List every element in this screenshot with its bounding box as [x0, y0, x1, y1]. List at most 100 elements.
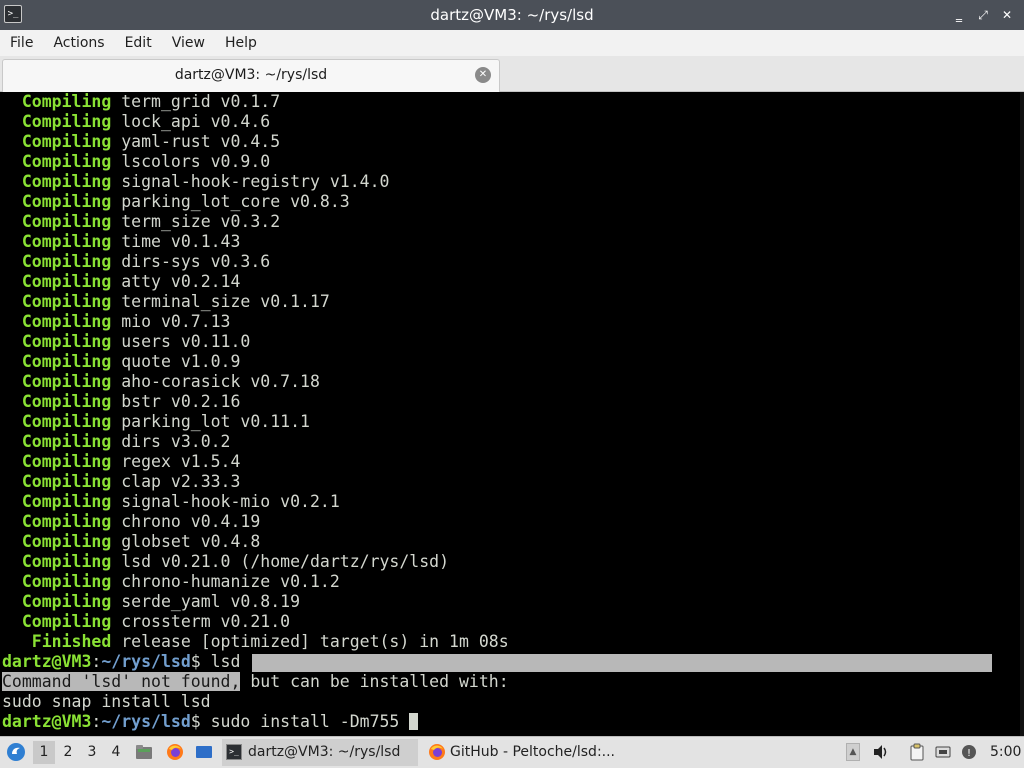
compile-line: Compiling chrono-humanize v0.1.2 [2, 572, 340, 592]
crate-name: clap v2.33.3 [121, 472, 241, 491]
compile-line: Compiling lock_api v0.4.6 [2, 112, 270, 132]
desktop-icon[interactable] [195, 743, 213, 761]
close-window-button[interactable]: ✕ [996, 0, 1018, 30]
volume-icon[interactable] [872, 743, 890, 761]
clock[interactable]: 5:00 [990, 737, 1021, 768]
task-terminal[interactable]: >_ dartz@VM3: ~/rys/lsd [222, 739, 418, 766]
compile-line: Compiling atty v0.2.14 [2, 272, 241, 292]
close-tab-icon[interactable]: ✕ [475, 67, 491, 83]
compile-line: Compiling signal-hook-registry v1.4.0 [2, 172, 390, 192]
compile-line: Compiling yaml-rust v0.4.5 [2, 132, 280, 152]
terminal-output[interactable]: Finished release [optimized] target(s) i… [0, 92, 1024, 736]
file-manager-icon[interactable] [135, 743, 153, 761]
selection-highlight [252, 654, 992, 672]
task-firefox[interactable]: GitHub - Peltoche/lsd:... [424, 739, 624, 766]
compile-status-label: Compiling [21, 552, 112, 571]
crate-name: quote v1.0.9 [121, 352, 241, 371]
menu-file[interactable]: File [0, 30, 43, 56]
window-titlebar[interactable]: >_ dartz@VM3: ~/rys/lsd ‗ ⤢ ✕ [0, 0, 1024, 30]
workspace-3[interactable]: 3 [81, 741, 103, 764]
menu-actions[interactable]: Actions [43, 30, 114, 56]
crate-name: release [optimized] target(s) in 1m 08s [121, 632, 509, 651]
compile-status-label: Compiling [21, 312, 112, 331]
compile-line: Compiling mio v0.7.13 [2, 312, 231, 332]
compile-status-label: Compiling [21, 532, 112, 551]
compile-line: Compiling aho-corasick v0.7.18 [2, 372, 320, 392]
crate-name: terminal_size v0.1.17 [121, 292, 330, 311]
crate-name: lscolors v0.9.0 [121, 152, 271, 171]
prompt-line-2: dartz@VM3:~/rys/lsd$ sudo install -Dm755 [2, 712, 419, 732]
compile-line: Compiling lscolors v0.9.0 [2, 152, 270, 172]
compile-line: Compiling term_grid v0.1.7 [2, 92, 280, 112]
compile-status-label: Compiling [21, 232, 112, 251]
prompt-colon: : [91, 712, 102, 731]
crate-name: lock_api v0.4.6 [121, 112, 271, 131]
terminal-scrollbar[interactable] [1020, 92, 1024, 736]
error-highlighted: Command 'lsd' not found, [2, 672, 241, 691]
minimize-button[interactable]: ‗ [948, 0, 970, 30]
workspace-2[interactable]: 2 [57, 741, 79, 764]
menubar: File Actions Edit View Help [0, 30, 1024, 56]
compile-status-label: Compiling [21, 612, 112, 631]
compile-status-label: Compiling [21, 432, 112, 451]
tab-terminal[interactable]: dartz@VM3: ~/rys/lsd ✕ [2, 59, 500, 92]
compile-status-label: Compiling [21, 372, 112, 391]
crate-name: parking_lot v0.11.1 [121, 412, 310, 431]
workspace-1[interactable]: 1 [33, 741, 55, 764]
crate-name: atty v0.2.14 [121, 272, 241, 291]
compile-status-label: Compiling [21, 252, 112, 271]
crate-name: dirs-sys v0.3.6 [121, 252, 271, 271]
compile-status-label: Compiling [21, 132, 112, 151]
menu-help[interactable]: Help [215, 30, 267, 56]
compile-line: Compiling parking_lot_core v0.8.3 [2, 192, 350, 212]
task-label: dartz@VM3: ~/rys/lsd [248, 744, 401, 760]
compile-status-label: Compiling [21, 192, 112, 211]
prompt-user: dartz@VM3 [2, 652, 92, 671]
compile-status-label: Compiling [21, 592, 112, 611]
network-icon[interactable] [934, 743, 952, 761]
error-rest: but can be installed with: [240, 672, 509, 691]
notification-icon[interactable]: ! [960, 743, 978, 761]
compile-line: Compiling users v0.11.0 [2, 332, 250, 352]
prompt-colon: : [91, 652, 102, 671]
crate-name: signal-hook-registry v1.4.0 [121, 172, 390, 191]
window-title: dartz@VM3: ~/rys/lsd [430, 6, 594, 24]
compile-status-label: Compiling [21, 492, 112, 511]
workspace-4[interactable]: 4 [105, 741, 127, 764]
compile-line: Compiling parking_lot v0.11.1 [2, 412, 310, 432]
compile-status-label: Compiling [21, 92, 112, 111]
firefox-icon[interactable] [166, 743, 184, 761]
compile-status-label: Compiling [21, 212, 112, 231]
scroll-up-arrow-icon[interactable]: ▲ [846, 743, 860, 761]
compile-line: Finished release [optimized] target(s) i… [2, 632, 509, 652]
prompt-user: dartz@VM3 [2, 712, 92, 731]
maximize-button[interactable]: ⤢ [972, 0, 994, 30]
compile-line: Compiling regex v1.5.4 [2, 452, 241, 472]
compile-status-label: Compiling [21, 412, 112, 431]
firefox-icon [429, 744, 445, 760]
tab-label: dartz@VM3: ~/rys/lsd [174, 67, 328, 83]
clipboard-icon[interactable] [908, 743, 926, 761]
crate-name: regex v1.5.4 [121, 452, 241, 471]
menu-view[interactable]: View [162, 30, 215, 56]
compile-line: Compiling quote v1.0.9 [2, 352, 241, 372]
start-menu-icon[interactable] [6, 742, 26, 762]
menu-edit[interactable]: Edit [115, 30, 162, 56]
compile-line: Compiling bstr v0.2.16 [2, 392, 241, 412]
crate-name: chrono-humanize v0.1.2 [121, 572, 340, 591]
taskbar: 1 2 3 4 >_ dartz@VM3: ~/rys/lsd GitHub -… [0, 736, 1024, 768]
